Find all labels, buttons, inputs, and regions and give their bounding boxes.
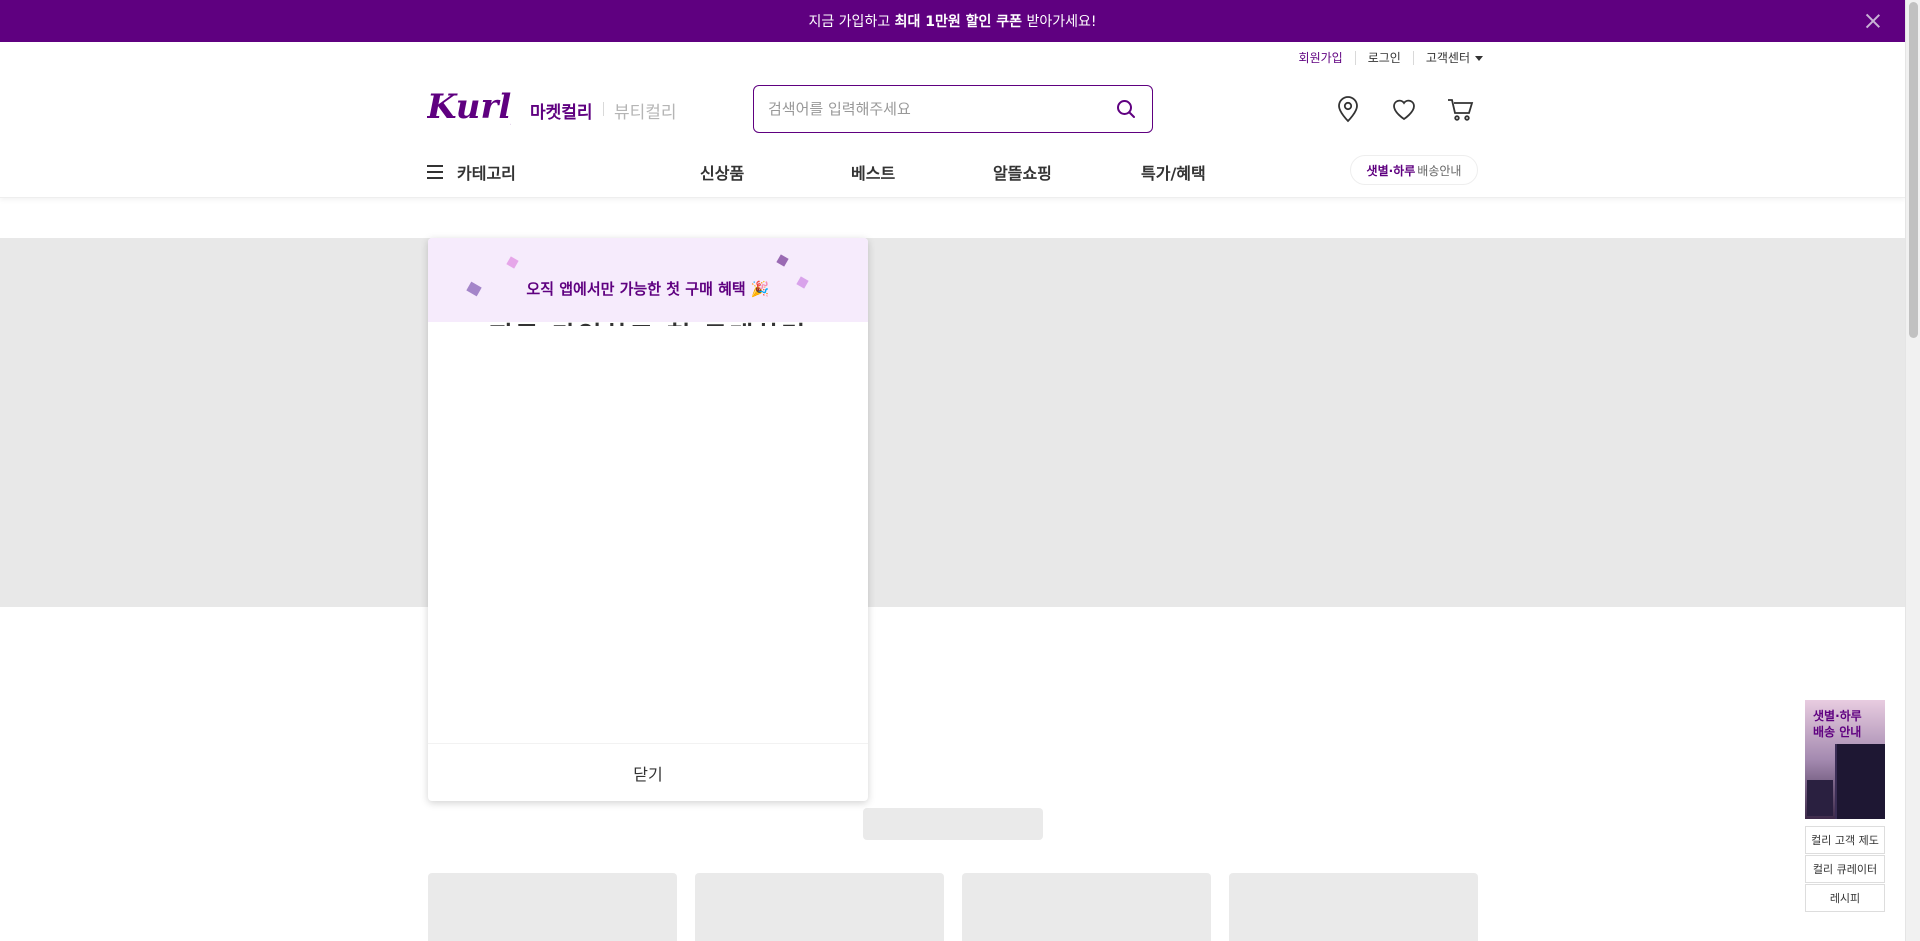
popup-close-button[interactable]: 닫기 <box>428 743 868 801</box>
float-link-recipe[interactable]: 레시피 <box>1805 884 1885 912</box>
kurly-logo[interactable]: Kurly <box>427 84 511 132</box>
float-link-curator[interactable]: 컬리 큐레이터 <box>1805 855 1885 883</box>
product-card-skeleton <box>428 873 677 941</box>
search-icon[interactable] <box>1114 97 1138 121</box>
popup-subheadline-cut: 지금 가입하고 첫 구매하면 <box>428 318 868 326</box>
scroll-thumb[interactable] <box>1909 2 1918 338</box>
category-menu[interactable]: 카테고리 <box>427 160 516 184</box>
location-pin-icon[interactable] <box>1332 93 1364 125</box>
delivery-info-banner[interactable]: 샛별·하루 배송 안내 <box>1805 700 1885 819</box>
confetti-decoration <box>776 254 789 267</box>
cart-icon[interactable] <box>1444 93 1476 125</box>
confetti-decoration <box>506 256 519 269</box>
delivery-info-button[interactable]: 샛별·하루 배송안내 <box>1350 155 1478 185</box>
tab-divider <box>603 102 604 116</box>
signup-link[interactable]: 회원가입 <box>1299 51 1356 65</box>
nav-best[interactable]: 베스트 <box>851 160 895 184</box>
nav-bargain-shopping[interactable]: 알뜰쇼핑 <box>993 160 1052 184</box>
float-link-customer-system[interactable]: 컬리 고객 제도 <box>1805 826 1885 854</box>
tab-beauty-kurly[interactable]: 뷰티컬리 <box>614 98 677 123</box>
product-card-skeleton <box>695 873 944 941</box>
section-title-skeleton <box>863 808 1043 840</box>
nav-special-offers[interactable]: 특가/혜택 <box>1141 160 1206 184</box>
utility-links: 회원가입 로그인 고객센터 <box>1299 51 1483 65</box>
hamburger-icon <box>427 165 443 179</box>
close-icon[interactable] <box>1863 11 1883 31</box>
login-link[interactable]: 로그인 <box>1356 51 1414 65</box>
main-banner-placeholder[interactable] <box>0 238 1905 607</box>
signup-promo-banner[interactable]: 지금 가입하고 최대 1만원 할인 쿠폰 받아가세요! <box>0 0 1905 42</box>
nav-new-products[interactable]: 신상품 <box>700 160 744 184</box>
truck-image <box>1807 780 1833 816</box>
banner-text: 샛별·하루 배송 안내 <box>1813 709 1862 739</box>
main-nav: 카테고리 신상품 베스트 알뜰쇼핑 특가/혜택 샛별·하루 배송안내 <box>0 150 1905 198</box>
search-box <box>753 85 1153 133</box>
popup-headline: 오직 앱에서만 가능한 첫 구매 혜택 🎉 <box>526 280 770 298</box>
popup-header: 오직 앱에서만 가능한 첫 구매 혜택 🎉 <box>428 238 868 322</box>
promo-text: 지금 가입하고 최대 1만원 할인 쿠폰 받아가세요! <box>808 14 1097 30</box>
truck-image <box>1835 744 1885 819</box>
customer-center-link[interactable]: 고객센터 <box>1414 51 1483 65</box>
category-label: 카테고리 <box>457 164 516 183</box>
chevron-down-icon <box>1475 56 1483 61</box>
search-input[interactable] <box>768 100 1114 118</box>
page-scrollbar[interactable] <box>1905 0 1920 941</box>
heart-icon[interactable] <box>1388 93 1420 125</box>
product-card-skeleton <box>1229 873 1478 941</box>
product-card-skeleton <box>962 873 1211 941</box>
app-promo-popup: 오직 앱에서만 가능한 첫 구매 혜택 🎉 지금 가입하고 첫 구매하면 닫기 <box>428 238 868 801</box>
tab-market-kurly[interactable]: 마켓컬리 <box>530 98 593 123</box>
svg-text:Kurly: Kurly <box>427 87 511 127</box>
